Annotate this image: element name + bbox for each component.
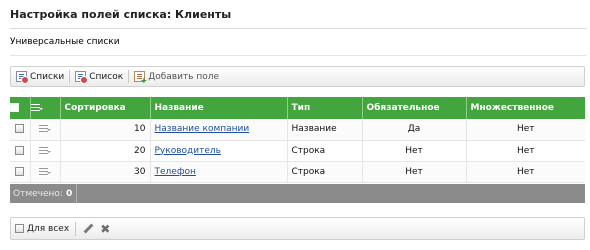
list-button-label: Список (89, 71, 124, 82)
breadcrumb[interactable]: Универсальные списки (10, 37, 120, 47)
header-menu-cell (30, 97, 61, 119)
select-all-checkbox[interactable] (10, 103, 19, 112)
lists-button[interactable]: Списки (13, 68, 67, 85)
row-select-cell (10, 119, 31, 141)
row-name-link[interactable]: Телефон (155, 167, 196, 177)
list-button[interactable]: Список (72, 68, 126, 85)
lists-button-label: Списки (30, 71, 65, 82)
column-header-multiple[interactable]: Множественное (466, 97, 585, 119)
row-name-cell: Руководитель (150, 140, 288, 162)
row-multiple: Нет (466, 161, 585, 183)
add-field-button-label: Добавить поле (148, 71, 220, 82)
row-name-link[interactable]: Руководитель (155, 146, 221, 156)
column-header-required[interactable]: Обязательное (362, 97, 467, 119)
select-all-cell (10, 97, 31, 119)
selection-footer: Отмечено: 0 (10, 184, 585, 203)
row-checkbox[interactable] (15, 124, 25, 134)
row-required: Да (362, 119, 467, 141)
column-header-type[interactable]: Тип (287, 97, 363, 119)
table-row[interactable]: 30 Телефон Строка Нет Нет (10, 161, 585, 183)
row-checkbox[interactable] (15, 166, 25, 176)
row-required: Нет (362, 140, 467, 162)
breadcrumb-divider (10, 55, 586, 56)
footer-separator (76, 184, 78, 203)
row-multiple: Нет (466, 119, 585, 141)
table-row[interactable]: 10 Название компании Название Да Нет (10, 119, 585, 141)
selected-label: Отмечено: (13, 188, 63, 199)
row-menu-icon[interactable] (39, 167, 51, 176)
row-type: Строка (287, 140, 363, 162)
for-all-label: Для всех (27, 223, 70, 234)
selected-count: 0 (65, 188, 73, 199)
add-field-button[interactable]: Добавить поле (131, 68, 222, 85)
row-sort: 30 (60, 161, 151, 183)
row-type: Название (287, 119, 363, 141)
row-name-cell: Телефон (150, 161, 288, 183)
group-actions-bar: Для всех ✖ (10, 217, 585, 240)
row-menu-icon[interactable] (39, 146, 51, 155)
toolbar-separator (128, 70, 130, 83)
page-title: Настройка полей списка: Клиенты (10, 8, 232, 21)
row-sort: 20 (60, 140, 151, 162)
table-row[interactable]: 20 Руководитель Строка Нет Нет (10, 140, 585, 162)
list-icon (16, 71, 29, 84)
row-name-cell: Название компании (150, 119, 288, 141)
row-required: Нет (362, 161, 467, 183)
row-select-cell (10, 161, 31, 183)
for-all-toggle[interactable]: Для всех (15, 224, 69, 234)
column-menu-icon[interactable] (30, 103, 43, 112)
row-menu-cell (30, 140, 61, 162)
row-name-link[interactable]: Название компании (155, 124, 250, 134)
column-header-name[interactable]: Название (150, 97, 288, 119)
pencil-icon[interactable] (82, 223, 94, 235)
table-header-row: Сортировка Название Тип Обязательное Мно… (10, 97, 585, 119)
title-divider (10, 28, 586, 29)
row-checkbox[interactable] (15, 145, 25, 155)
row-sort: 10 (60, 119, 151, 141)
add-field-icon (134, 71, 147, 85)
row-select-cell (10, 140, 31, 162)
for-all-checkbox[interactable] (15, 224, 24, 233)
list-icon (75, 71, 89, 84)
row-menu-cell (30, 119, 61, 141)
toolbar-separator (69, 70, 71, 83)
fields-table: Сортировка Название Тип Обязательное Мно… (10, 97, 585, 183)
column-header-sort[interactable]: Сортировка (60, 97, 151, 119)
toolbar: Списки Список Добавить поле (10, 66, 585, 87)
row-multiple: Нет (466, 140, 585, 162)
row-type: Строка (287, 161, 363, 183)
row-menu-icon[interactable] (39, 124, 51, 133)
delete-icon[interactable]: ✖ (100, 223, 110, 235)
bottom-bar-separator (75, 221, 77, 236)
row-menu-cell (30, 161, 61, 183)
